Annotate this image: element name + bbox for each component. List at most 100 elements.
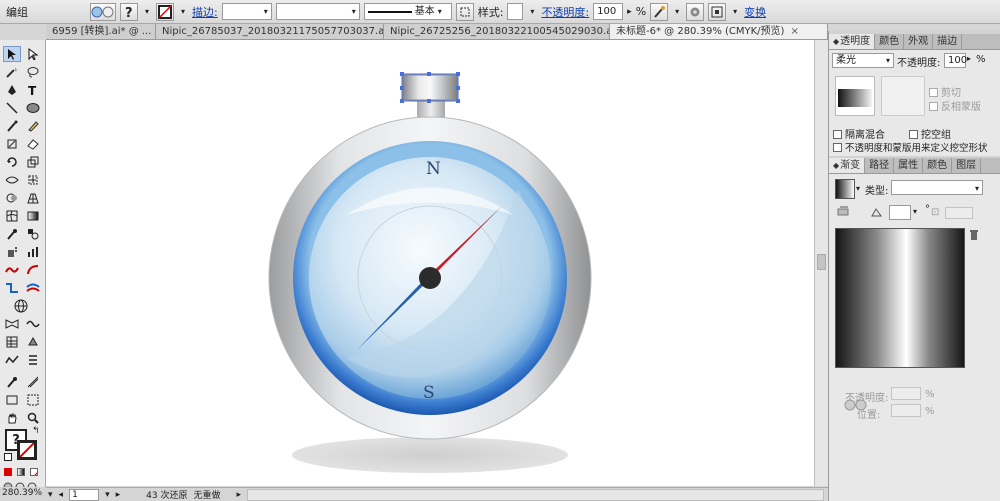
line-tool-icon[interactable] bbox=[3, 100, 21, 116]
document-tab[interactable]: 6959 [转换].ai* @ ...× bbox=[46, 24, 156, 39]
mask-thumbnail[interactable] bbox=[835, 76, 875, 116]
eraser-tool-icon[interactable] bbox=[24, 136, 42, 152]
page-number-field[interactable]: 1 bbox=[69, 488, 100, 501]
reverse-gradient-icon[interactable] bbox=[837, 206, 851, 221]
stroke-weight-field[interactable]: ▾ bbox=[221, 3, 272, 20]
chart-tool-icon[interactable] bbox=[3, 334, 21, 350]
gradient-stop-marker-icon[interactable] bbox=[843, 396, 869, 417]
blend-mode-select[interactable]: 柔光 ▾ bbox=[832, 53, 894, 68]
gradient-swatch[interactable] bbox=[835, 179, 855, 199]
mesh-tool-icon[interactable] bbox=[3, 208, 21, 224]
measure-tool-icon[interactable] bbox=[24, 374, 42, 390]
opacity-stepper-icon[interactable]: ▸ bbox=[627, 7, 632, 17]
recolor-dropdown-icon[interactable]: ▾ bbox=[672, 7, 682, 16]
artboard-tool-icon[interactable] bbox=[3, 262, 21, 278]
artboard-canvas[interactable]: N S bbox=[46, 40, 814, 486]
delete-stop-icon[interactable] bbox=[969, 229, 979, 244]
type-tool-icon[interactable]: T bbox=[24, 82, 42, 98]
eyedropper-tool-icon[interactable] bbox=[3, 226, 21, 242]
scale-tool-icon[interactable] bbox=[24, 154, 42, 170]
opacity-stepper-icon[interactable]: ▸ bbox=[967, 54, 971, 63]
document-tab[interactable]: Nipic_26785037_20180321175057703037.ai*× bbox=[156, 24, 384, 39]
document-tab[interactable]: Nipic_26725256_20180322100545029030.ai*× bbox=[384, 24, 610, 39]
recolor-artwork-button[interactable] bbox=[650, 2, 669, 21]
color-mode-button[interactable] bbox=[4, 468, 12, 476]
envelope-distort-icon[interactable] bbox=[3, 316, 21, 332]
knife-tool-icon[interactable] bbox=[24, 280, 42, 296]
width-tool-icon[interactable] bbox=[3, 172, 21, 188]
fill-dropdown-icon[interactable]: ▾ bbox=[142, 7, 152, 16]
ellipse-tool-icon[interactable] bbox=[24, 100, 42, 116]
pencil-tool-icon[interactable] bbox=[24, 118, 42, 134]
shape-builder-tool-icon[interactable] bbox=[3, 190, 21, 206]
horizontal-scrollbar[interactable] bbox=[247, 488, 824, 501]
scissors-tool-icon[interactable] bbox=[3, 280, 21, 296]
tab-pathfinder[interactable]: 路径 bbox=[865, 158, 895, 173]
symbol-sprayer-tool-icon[interactable] bbox=[3, 244, 21, 260]
slice-tool-icon[interactable] bbox=[24, 262, 42, 278]
status-arrow-icon[interactable]: ▸ bbox=[236, 490, 241, 500]
zoom-tool-icon[interactable] bbox=[24, 410, 42, 426]
invert-mask-checkbox[interactable]: 反相蒙版 bbox=[929, 98, 981, 113]
pen-tool-icon[interactable] bbox=[3, 82, 21, 98]
warp-tool-icon[interactable] bbox=[24, 316, 42, 332]
opacity-field[interactable]: 100 bbox=[593, 3, 624, 20]
stroke-dropdown-icon[interactable]: ▾ bbox=[178, 7, 188, 16]
opacity-value-field[interactable]: 100 bbox=[944, 53, 967, 68]
align-button[interactable] bbox=[708, 2, 727, 21]
angle-field[interactable] bbox=[889, 205, 911, 220]
tab-attributes[interactable]: 属性 bbox=[894, 158, 924, 173]
brush-style-field[interactable]: 基本 ▾ bbox=[363, 3, 452, 20]
page-dropdown-icon[interactable]: ▾ bbox=[105, 490, 110, 500]
isolate-group-button[interactable] bbox=[90, 2, 116, 21]
fill-color-button[interactable]: ? bbox=[120, 2, 138, 21]
chevron-down-icon[interactable]: ▾ bbox=[856, 184, 860, 193]
tab-appearance[interactable]: 外观 bbox=[904, 34, 934, 49]
blend-tool-icon[interactable] bbox=[24, 226, 42, 242]
direct-selection-tool-icon[interactable] bbox=[24, 46, 42, 62]
opacity-link[interactable]: 不透明度: bbox=[541, 4, 589, 20]
style-dropdown-icon[interactable]: ▾ bbox=[527, 7, 537, 16]
rectangle-icon[interactable] bbox=[3, 392, 21, 408]
swap-arrow-icon[interactable]: ↰ bbox=[32, 426, 40, 436]
opacity-mask-knockout-checkbox[interactable]: 不透明度和蒙版用来定义挖空形状 bbox=[833, 140, 988, 154]
angle-stepper-icon[interactable]: ▾ bbox=[913, 207, 917, 216]
blob-brush-tool-icon[interactable] bbox=[3, 136, 21, 152]
stroke-color-button[interactable] bbox=[156, 2, 174, 21]
tab-layers[interactable]: 图层 bbox=[952, 158, 982, 173]
tab-transparency[interactable]: ◆透明度 bbox=[829, 34, 876, 49]
stroke-link[interactable]: 描边: bbox=[192, 4, 218, 20]
gradient-mode-button[interactable] bbox=[17, 468, 25, 476]
transform-link[interactable]: 变换 bbox=[744, 4, 766, 20]
knockout-group-checkbox[interactable]: 挖空组 bbox=[909, 126, 951, 141]
selection-tool-icon[interactable] bbox=[3, 46, 21, 62]
zoom-box[interactable]: 280.39% bbox=[0, 487, 46, 501]
stroke-swatch[interactable] bbox=[17, 440, 37, 460]
align-dropdown-icon[interactable]: ▾ bbox=[730, 7, 740, 16]
path-tool-icon[interactable] bbox=[3, 352, 21, 368]
vertical-scrollbar[interactable] bbox=[814, 40, 828, 486]
lasso-tool-icon[interactable] bbox=[24, 64, 42, 80]
page-prev-icon[interactable]: ◂ bbox=[59, 490, 64, 500]
print-tiling-icon[interactable] bbox=[24, 392, 42, 408]
brush-options-button[interactable] bbox=[455, 2, 474, 21]
variable-width-field[interactable]: ▾ bbox=[275, 3, 360, 20]
tab-stroke[interactable]: 描边 bbox=[933, 34, 963, 49]
paintbrush-tool-icon[interactable] bbox=[3, 118, 21, 134]
eyedropper-icon[interactable] bbox=[3, 374, 21, 390]
scrollbar-thumb[interactable] bbox=[817, 254, 826, 270]
tab-color[interactable]: 颜色 bbox=[875, 34, 905, 49]
isolate-blending-checkbox[interactable]: 隔离混合 bbox=[833, 126, 885, 141]
hand-tool-icon[interactable] bbox=[3, 410, 21, 426]
none-mode-button[interactable] bbox=[30, 468, 38, 476]
gradient-type-select[interactable]: ▾ bbox=[891, 180, 983, 195]
graphic-style-field[interactable] bbox=[507, 3, 524, 20]
globe-icon[interactable] bbox=[12, 298, 30, 314]
zoom-dropdown-icon[interactable]: ▾ bbox=[48, 490, 53, 500]
list-tool-icon[interactable] bbox=[24, 352, 42, 368]
tab-color-2[interactable]: 颜色 bbox=[923, 158, 953, 173]
gear-button[interactable] bbox=[686, 2, 705, 21]
tab-gradient[interactable]: ◆渐变 bbox=[829, 158, 866, 173]
rotate-tool-icon[interactable] bbox=[3, 154, 21, 170]
free-transform-tool-icon[interactable] bbox=[24, 172, 42, 188]
